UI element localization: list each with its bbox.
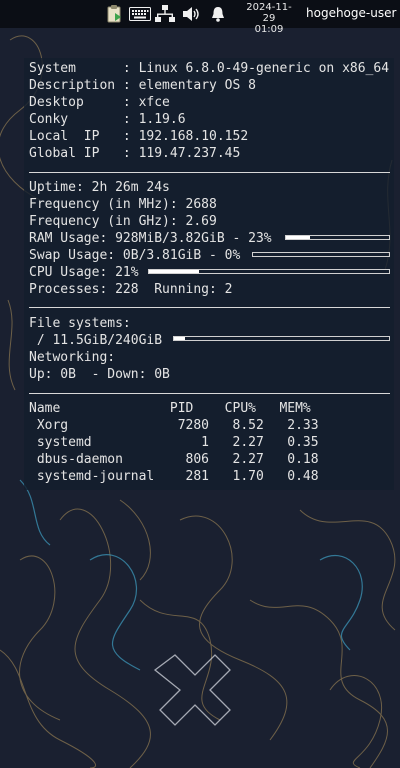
network-up-down: Up: 0B - Down: 0B: [29, 367, 170, 382]
top-panel: 2024-11-29 01:09 hogehoge-user: [0, 0, 400, 35]
root-filesystem: / 11.5GiB/240GiB: [29, 333, 163, 348]
frequency-ghz: Frequency (in GHz): 2.69: [29, 214, 217, 229]
frequency-mhz: Frequency (in MHz): 2688: [29, 197, 217, 212]
notification-bell-icon[interactable]: [206, 0, 230, 28]
clock-time: 01:09: [254, 24, 284, 35]
network-icon[interactable]: [153, 0, 177, 28]
divider: [29, 393, 390, 394]
volume-icon[interactable]: [179, 0, 203, 28]
cpu-usage: CPU Usage: 21%: [29, 265, 139, 280]
root-filesystem-fill: [174, 337, 185, 340]
uptime: Uptime: 2h 26m 24s: [29, 180, 170, 195]
divider: [29, 307, 390, 308]
swap-usage: Swap Usage: 0B/3.81GiB - 0%: [29, 248, 241, 263]
description-row: Description : elementary OS 8: [29, 78, 256, 93]
conky-version-row: Conky : 1.19.6: [29, 112, 186, 127]
user-menu[interactable]: hogehoge-user: [306, 6, 396, 20]
keyboard-icon[interactable]: [128, 0, 152, 28]
swap-usage-bar: [252, 252, 390, 257]
process-table-header: Name PID CPU% MEM%: [29, 401, 311, 416]
ram-usage-fill: [286, 236, 310, 239]
root-filesystem-bar: [173, 336, 390, 341]
app-updates-icon[interactable]: [103, 0, 127, 28]
desktop-row: Desktop : xfce: [29, 95, 170, 110]
ram-usage: RAM Usage: 928MiB/3.82GiB - 23%: [29, 231, 272, 246]
processes: Processes: 228 Running: 2: [29, 282, 233, 297]
process-row: Xorg 7280 8.52 2.33: [29, 418, 319, 433]
file-systems-label: File systems:: [29, 316, 131, 331]
cpu-usage-bar: [148, 269, 390, 274]
local-ip-row: Local IP : 192.168.10.152: [29, 129, 249, 144]
process-row: systemd-journal 281 1.70 0.48: [29, 469, 319, 484]
ram-usage-bar: [285, 235, 390, 240]
process-row: systemd 1 2.27 0.35: [29, 435, 319, 450]
networking-label: Networking:: [29, 350, 116, 365]
cpu-usage-fill: [149, 270, 200, 273]
global-ip-row: Global IP : 119.47.237.45: [29, 146, 241, 161]
system-row: System : Linux 6.8.0-49-generic on x86_6…: [29, 61, 390, 76]
panel-clock[interactable]: 2024-11-29 01:09: [240, 2, 298, 35]
divider: [29, 172, 390, 173]
clock-date: 2024-11-29: [246, 2, 292, 24]
process-row: dbus-daemon 806 2.27 0.18: [29, 452, 319, 467]
